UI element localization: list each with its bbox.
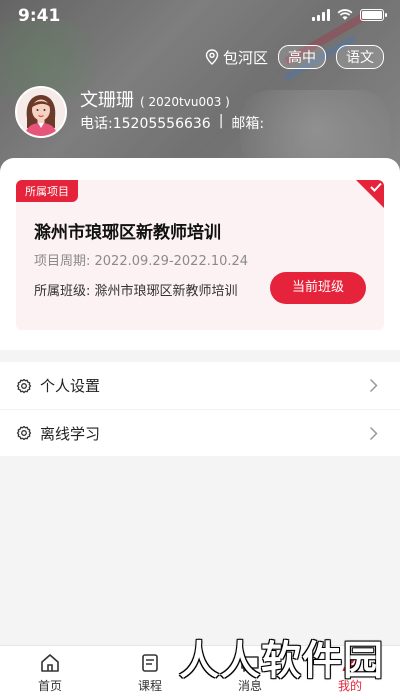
wifi-icon	[337, 9, 353, 20]
status-icons	[312, 9, 387, 21]
selected-corner	[356, 180, 384, 208]
profile-name-row: 文珊珊 ( 2020tvu003 )	[80, 86, 230, 112]
signal-icon	[312, 9, 330, 21]
menu-label: 离线学习	[40, 424, 101, 443]
avatar[interactable]	[15, 86, 67, 138]
current-class-button[interactable]: 当前班级	[270, 272, 366, 304]
check-icon	[370, 182, 382, 192]
user-phone: 电话:15205556636	[80, 116, 211, 132]
menu-item-offline-learning[interactable]: 离线学习	[0, 409, 400, 456]
location-pin-icon	[205, 49, 219, 65]
project-badge: 所属项目	[16, 180, 78, 202]
tab-label: 首页	[37, 679, 62, 693]
gear-icon	[16, 378, 32, 393]
status-time: 9:41	[18, 6, 61, 26]
header-top-row: 包河区 高中 语文	[205, 45, 384, 69]
home-icon	[41, 654, 59, 672]
location-label: 包河区	[222, 48, 268, 67]
project-class: 所属班级: 滁州市琅琊区新教师培训	[34, 284, 238, 299]
project-card[interactable]: 所属项目 滁州市琅琊区新教师培训 项目周期: 2022.09.29-2022.1…	[16, 180, 384, 330]
user-id: ( 2020tvu003 )	[140, 95, 230, 109]
gear-icon	[16, 425, 32, 441]
menu-item-personal-settings[interactable]: 个人设置	[0, 362, 400, 409]
profile-contact-row: 电话:15205556636 | 邮箱:	[80, 113, 264, 133]
project-period: 项目周期: 2022.09.29-2022.10.24	[34, 254, 249, 269]
user-name: 文珊珊	[80, 90, 134, 111]
course-icon	[142, 654, 158, 672]
location[interactable]: 包河区	[205, 47, 268, 68]
tag-subject: 语文	[336, 45, 384, 69]
battery-icon	[360, 9, 387, 21]
tag-stage: 高中	[278, 45, 326, 69]
tab-home[interactable]: 首页	[0, 646, 100, 700]
chevron-right-icon	[369, 378, 378, 393]
chevron-right-icon	[369, 426, 378, 440]
status-bar: 9:41	[0, 0, 400, 32]
project-title: 滁州市琅琊区新教师培训	[34, 223, 221, 243]
menu-label: 个人设置	[40, 377, 101, 395]
settings-menu: 个人设置 离线学习	[0, 362, 400, 456]
watermark: 人人软件园	[179, 638, 384, 684]
contact-separator: |	[218, 113, 224, 129]
tab-label: 课程	[137, 679, 162, 693]
user-email: 邮箱:	[231, 116, 265, 132]
